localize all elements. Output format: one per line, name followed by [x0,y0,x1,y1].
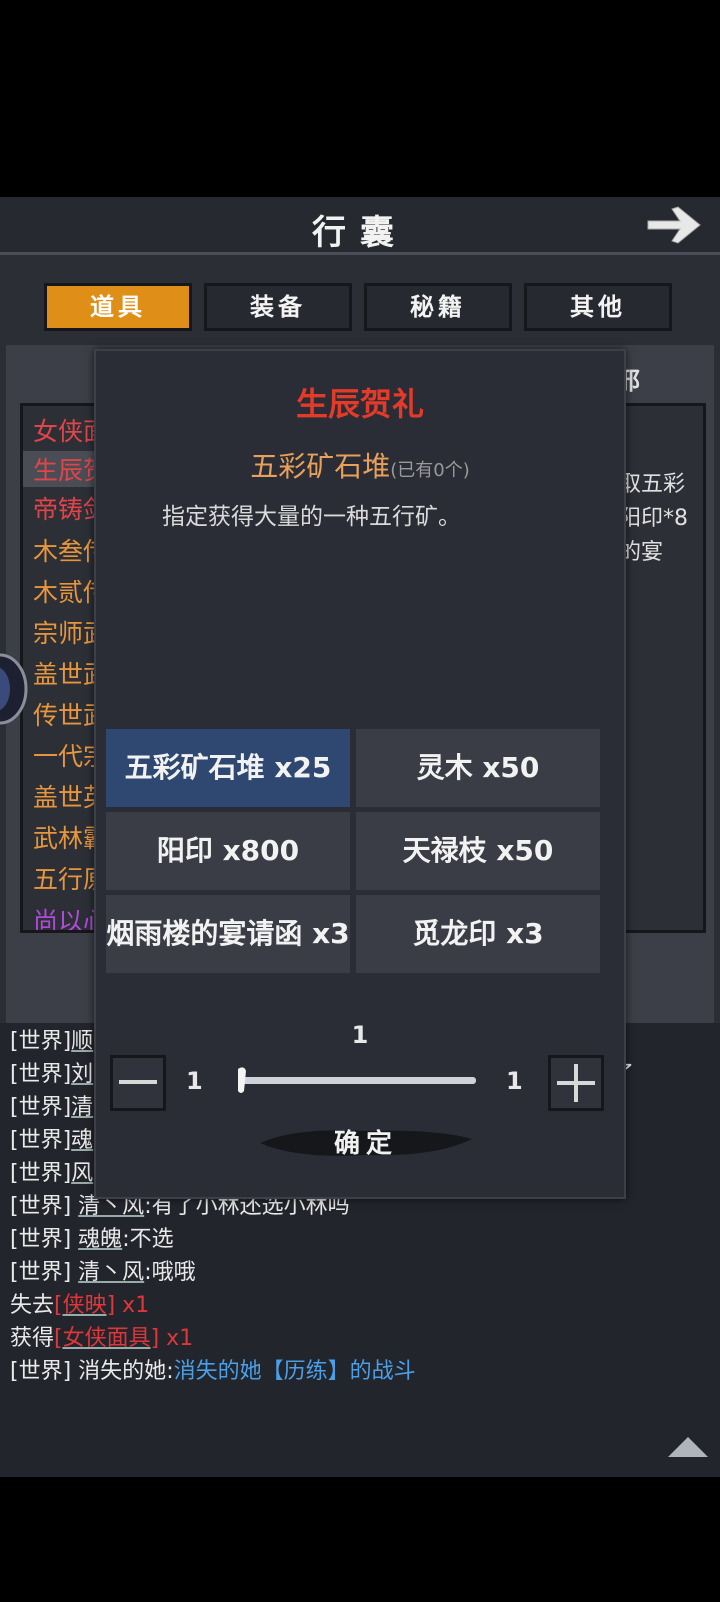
chat-user[interactable]: 魂魄 [78,1227,122,1252]
chat-channel: [世界] [10,1194,72,1219]
tab-other[interactable]: 其他 [524,283,672,331]
chat-channel: [世界] [10,1062,72,1087]
scroll-up-icon[interactable] [666,1435,710,1459]
option-button[interactable]: 天禄枝 x50 [356,812,600,890]
chat-user[interactable]: 风 [71,1161,93,1186]
chat-channel: [世界] [10,1128,72,1153]
header-bar: 行囊 [0,197,720,255]
slider-handle[interactable] [238,1067,246,1093]
chat-user[interactable]: 消失的她 [78,1359,166,1384]
chat-line: [世界]刘 [10,1056,93,1088]
chat-item-link[interactable]: [女侠面具] [54,1326,159,1351]
chat-system-label: 获得 [10,1326,55,1351]
option-button[interactable]: 烟雨楼的宴请函 x3 [106,895,350,973]
tab-equipment[interactable]: 装备 [204,283,352,331]
chat-colon: : [166,1359,174,1384]
item-description: 指定获得大量的一种五行矿。 [162,504,461,530]
chat-user[interactable]: 清 [71,1095,93,1120]
chat-channel: [世界] [10,1161,72,1186]
confirm-button[interactable]: 确定 [256,1117,476,1169]
tab-manuals[interactable]: 秘籍 [364,283,512,331]
slider-max-label: 1 [506,1067,523,1095]
chat-line: [世界]清 [10,1089,93,1121]
chat-channel: [世界] [10,1029,72,1054]
chat-message: :哦哦 [144,1260,196,1285]
chat-user[interactable]: 清丶风 [78,1260,144,1285]
chat-battle-link[interactable]: 消失的她【历练】的战斗 [174,1359,416,1384]
chat-channel: [世界] [10,1359,72,1384]
slider-min-label: 1 [186,1067,203,1095]
game-screen: 行囊 道具 装备 秘籍 其他 邪 女侠面 生辰贺 帝铸剑 木叁传 木贰传 宗师武… [0,197,720,1477]
selected-item-name: 五彩矿石堆(已有0个) [96,445,624,485]
option-grid: 五彩矿石堆 x25 灵木 x50 阳印 x800 天禄枝 x50 烟雨楼的宴请函… [106,729,600,973]
quantity-value: 1 [351,1021,369,1049]
item-name-text: 五彩矿石堆 [250,450,391,483]
chat-line: [世界] 魂魄:不选 [10,1221,174,1253]
gift-selection-dialog: 生辰贺礼 五彩矿石堆(已有0个) 指定获得大量的一种五行矿。 五彩矿石堆 x25… [94,349,626,1199]
chat-channel: [世界] [10,1260,72,1285]
plus-icon [557,1064,595,1102]
confirm-label: 确定 [333,1129,398,1159]
chat-message: :不选 [122,1227,174,1252]
chat-line: [世界] 清丶风:哦哦 [10,1254,196,1286]
chat-system-label: 失去 [10,1293,55,1318]
side-handle-icon[interactable] [0,649,36,729]
option-button[interactable]: 五彩矿石堆 x25 [106,729,350,807]
detail-text-fragment: 阳印*8 [619,506,688,531]
tab-items[interactable]: 道具 [44,283,192,331]
chat-channel: [世界] [10,1227,72,1252]
minus-icon [119,1080,157,1084]
chat-user[interactable]: 魂 [71,1128,93,1153]
detail-text-fragment: 取五彩 [619,472,686,497]
chat-item-link[interactable]: [侠映] [54,1293,115,1318]
chat-user[interactable]: 刘 [71,1062,93,1087]
page-title: 行囊 [312,213,408,253]
chat-line-gained: 获得[女侠面具] x1 [10,1320,193,1352]
owned-count: (已有0个) [390,460,470,481]
quantity-slider[interactable] [232,1061,482,1101]
tab-bar: 道具 装备 秘籍 其他 [44,283,676,331]
decrease-button[interactable] [110,1055,166,1111]
chat-line: [世界]风 [10,1155,93,1187]
chat-channel: [世界] [10,1095,72,1120]
chat-user[interactable]: 顺 [71,1029,93,1054]
option-button[interactable]: 阳印 x800 [106,812,350,890]
chat-line-lost: 失去[侠映] x1 [10,1287,149,1319]
increase-button[interactable] [548,1055,604,1111]
chat-item-count: x1 [115,1293,150,1318]
dialog-title: 生辰贺礼 [295,385,424,423]
chat-line: [世界]魂 [10,1122,93,1154]
chat-line: [世界]顺 [10,1023,93,1055]
arrow-right-icon[interactable] [644,203,706,247]
option-button[interactable]: 觅龙印 x3 [356,895,600,973]
chat-item-count: x1 [159,1326,194,1351]
option-button[interactable]: 灵木 x50 [356,729,600,807]
chat-line: [世界] 消失的她:消失的她【历练】的战斗 [10,1353,416,1385]
